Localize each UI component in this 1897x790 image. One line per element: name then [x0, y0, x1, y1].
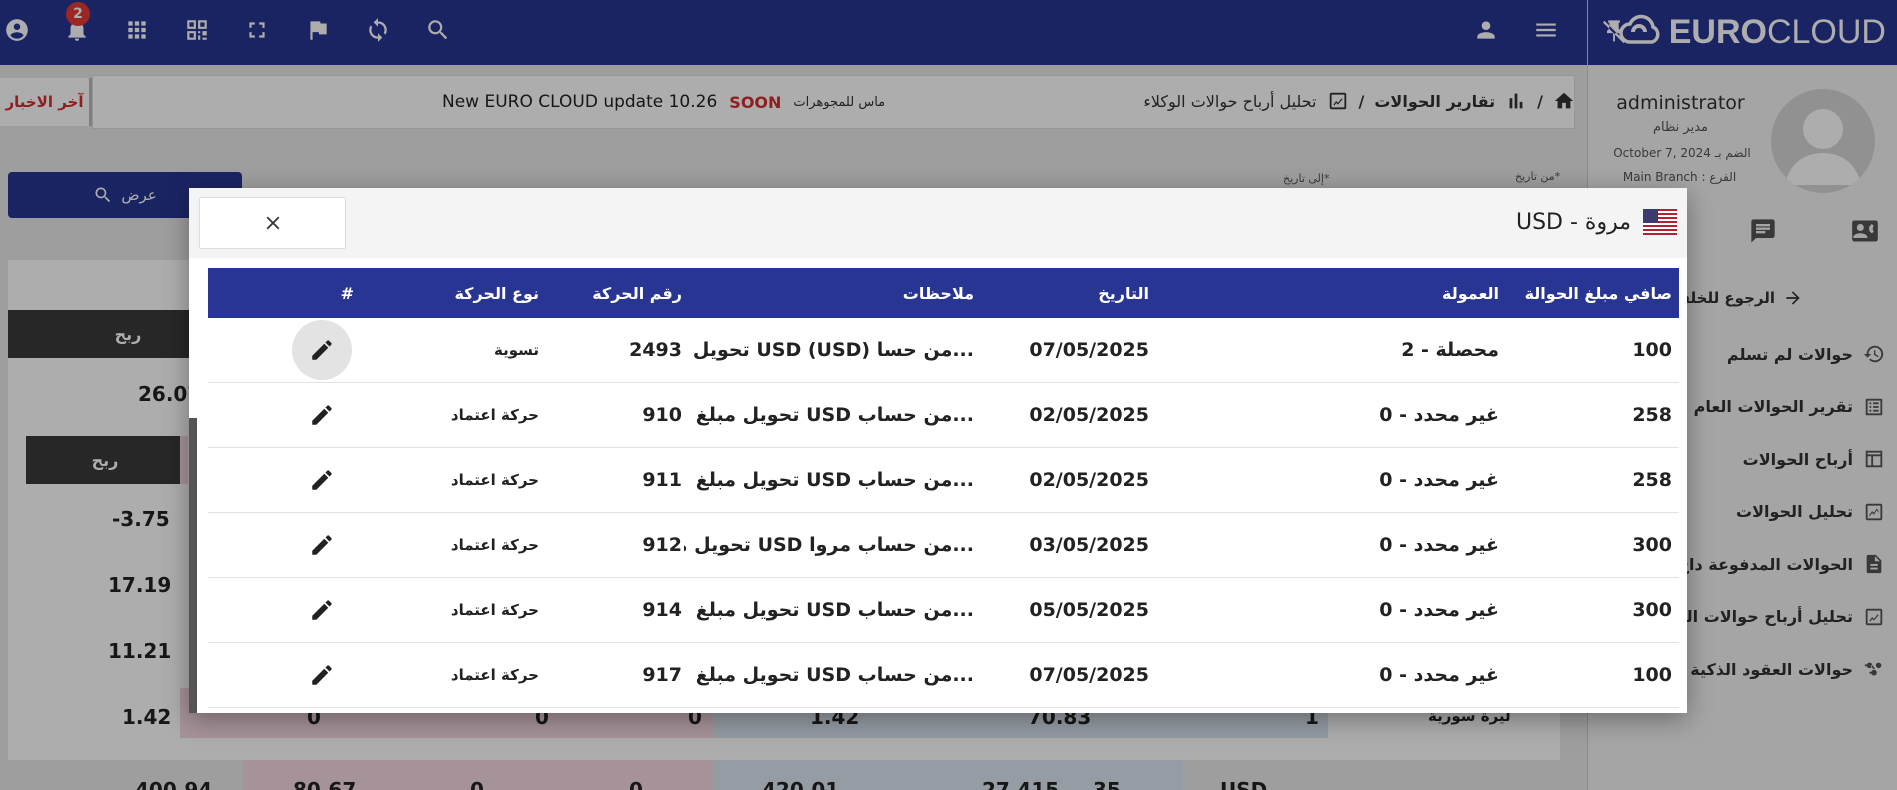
cell-move-number: 914 — [642, 599, 682, 621]
col-move-number[interactable]: رقم الحركة — [592, 268, 682, 318]
cell-commission: غير محدد - 0 — [1379, 534, 1499, 556]
cell-move-number: 911 — [642, 469, 682, 491]
cell-net-amount: 258 — [1632, 469, 1672, 491]
cell-move-number: 917 — [642, 664, 682, 686]
cell-notes: تحويل مبلغ 100 USD من حساب... — [694, 664, 974, 686]
edit-button[interactable] — [292, 385, 352, 445]
cell-net-amount: 258 — [1632, 404, 1672, 426]
cell-move-type: حركة اعتماد — [450, 471, 539, 489]
edit-button[interactable] — [292, 450, 352, 510]
edit-button[interactable] — [292, 320, 352, 380]
cell-commission: محصلة - 2 — [1401, 339, 1499, 361]
pencil-icon — [312, 340, 332, 360]
cell-date: 02/05/2025 — [1029, 404, 1149, 426]
cell-commission: غير محدد - 0 — [1379, 469, 1499, 491]
col-net-amount[interactable]: صافي مبلغ الحوالة — [1525, 268, 1672, 318]
cell-net-amount: 100 — [1632, 664, 1672, 686]
pencil-icon — [312, 665, 332, 685]
cell-move-type: حركة اعتماد — [450, 666, 539, 684]
cell-notes: # تحويل 100 USD (USD) من حسا... — [694, 339, 974, 361]
col-commission[interactable]: العمولة — [1442, 268, 1499, 318]
cell-move-number: 912 — [642, 534, 682, 556]
edit-button[interactable] — [292, 580, 352, 640]
cell-date: 03/05/2025 — [1029, 534, 1149, 556]
table-row[interactable]: 100 محصلة - 2 07/05/2025 # تحويل 100 USD… — [208, 318, 1679, 383]
cell-commission: غير محدد - 0 — [1379, 664, 1499, 686]
cell-notes: # تحويل مبلغ 300 USD من حساب... — [694, 599, 974, 621]
col-date[interactable]: التاريخ — [1098, 268, 1149, 318]
cell-net-amount: 100 — [1632, 339, 1672, 361]
cell-date: 05/05/2025 — [1029, 599, 1149, 621]
table-row[interactable]: 300 غير محدد - 0 05/05/2025 # تحويل مبلغ… — [208, 578, 1679, 643]
cell-move-type: حركة اعتماد — [450, 536, 539, 554]
dialog-title-text: USD - مروة — [1515, 209, 1631, 235]
table-row[interactable]: 258 غير محدد - 0 02/05/2025 # تحويل مبلغ… — [208, 383, 1679, 448]
us-flag-icon — [1643, 209, 1677, 235]
pencil-icon — [312, 600, 332, 620]
cell-date: 07/05/2025 — [1029, 339, 1149, 361]
cell-move-number: 2493 — [629, 339, 682, 361]
close-icon — [266, 216, 279, 230]
pencil-icon — [312, 470, 332, 490]
dialog-title: USD - مروة — [1516, 209, 1677, 235]
dialog-scrollbar[interactable] — [189, 418, 197, 713]
cell-move-type: حركة اعتماد — [450, 601, 539, 619]
table-row[interactable]: 300 غير محدد - 0 03/05/2025 تحويل مبلغ 3… — [208, 513, 1679, 578]
table-row[interactable]: 100 غير محدد - 0 07/05/2025 تحويل مبلغ 1… — [208, 643, 1679, 708]
cell-notes: تحويل مبلغ 300 USD من حساب مروا... — [684, 534, 974, 556]
cell-net-amount: 300 — [1632, 534, 1672, 556]
col-move-type[interactable]: نوع الحركة — [454, 268, 539, 318]
table-row[interactable]: 258 غير محدد - 0 02/05/2025 # تحويل مبلغ… — [208, 448, 1679, 513]
transfers-table: صافي مبلغ الحوالة العمولة التاريخ ملاحظا… — [208, 268, 1679, 708]
dialog-header: USD - مروة — [189, 188, 1687, 258]
col-notes[interactable]: ملاحظات — [903, 268, 974, 318]
transfer-details-dialog: USD - مروة صافي مبلغ الحوالة العمولة الت… — [189, 188, 1687, 713]
cell-move-type: حركة اعتماد — [450, 406, 539, 424]
cell-commission: غير محدد - 0 — [1379, 404, 1499, 426]
cell-date: 07/05/2025 — [1029, 664, 1149, 686]
cell-net-amount: 300 — [1632, 599, 1672, 621]
table-header-row: صافي مبلغ الحوالة العمولة التاريخ ملاحظا… — [208, 268, 1679, 318]
pencil-icon — [312, 405, 332, 425]
cell-notes: # تحويل مبلغ 258 USD من حساب... — [694, 404, 974, 426]
cell-date: 02/05/2025 — [1029, 469, 1149, 491]
cell-move-type: تسوية — [493, 341, 539, 359]
pencil-icon — [312, 535, 332, 555]
cell-move-number: 910 — [642, 404, 682, 426]
close-button[interactable] — [199, 197, 346, 249]
edit-button[interactable] — [292, 515, 352, 575]
cell-notes: # تحويل مبلغ 258 USD من حساب... — [694, 469, 974, 491]
cell-commission: غير محدد - 0 — [1379, 599, 1499, 621]
col-hash: # — [340, 283, 354, 303]
edit-button[interactable] — [292, 645, 352, 705]
